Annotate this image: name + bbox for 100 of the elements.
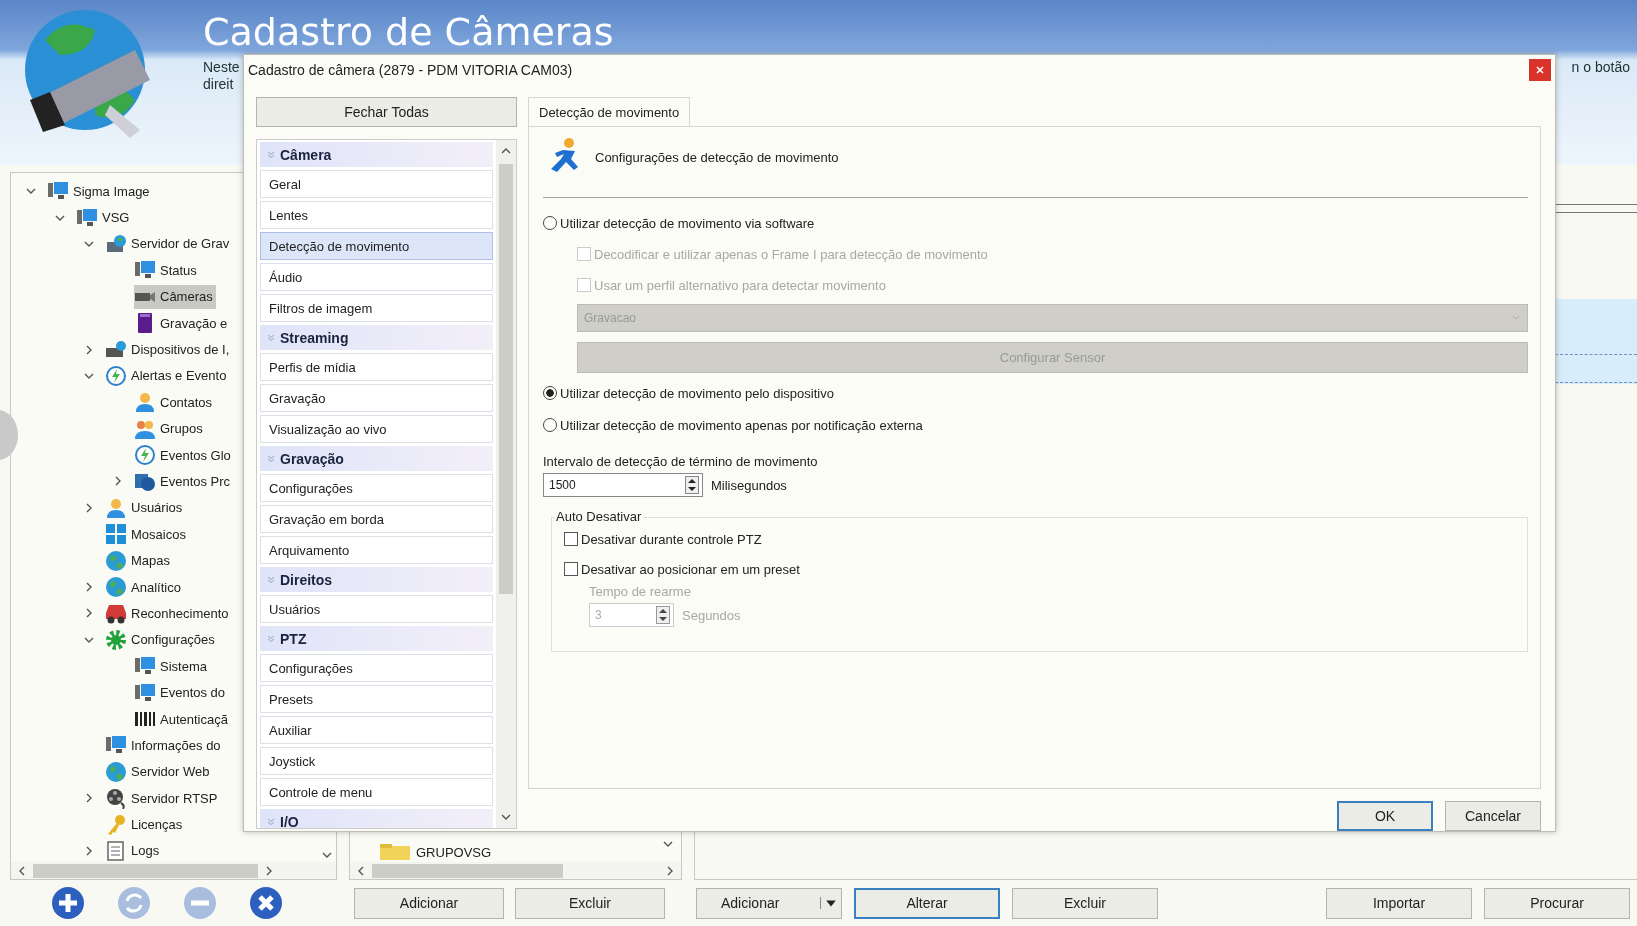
monitor-icon <box>134 681 156 704</box>
expand-icon[interactable] <box>113 476 123 487</box>
scroll-down-icon[interactable] <box>322 850 332 860</box>
action-button[interactable]: Adicionar <box>354 887 504 919</box>
dialog-button[interactable]: OK <box>1337 801 1433 831</box>
action-button[interactable]: Alterar <box>854 887 1000 919</box>
scroll-up-icon[interactable] <box>501 146 511 156</box>
document-icon <box>105 839 127 862</box>
tree-item[interactable]: VSG <box>76 205 133 230</box>
vertical-scrollbar[interactable] <box>496 140 516 828</box>
expand-icon[interactable] <box>84 502 94 513</box>
tree-item[interactable]: Grupos <box>134 416 206 441</box>
radio-button[interactable] <box>543 418 557 432</box>
tree-item[interactable]: Servidor de Grav <box>105 231 233 256</box>
tree-item[interactable]: Servidor RTSP <box>105 786 221 811</box>
nav-item[interactable]: Geral <box>260 170 493 198</box>
nav-item[interactable]: Joystick <box>260 747 493 775</box>
tree-item[interactable]: Câmeras <box>134 284 216 309</box>
person-icon <box>105 496 127 519</box>
tree-item[interactable]: Informações do <box>105 733 224 758</box>
scroll-right-icon[interactable] <box>665 865 675 876</box>
tree-item[interactable]: Configurações <box>105 627 218 652</box>
scroll-left-icon[interactable] <box>356 865 366 876</box>
horizontal-scrollbar[interactable] <box>11 862 336 879</box>
tree-item[interactable]: Alertas e Evento <box>105 363 230 388</box>
tree-item[interactable]: Contatos <box>134 390 216 415</box>
option-label: Utilizar detecção de movimento via software <box>560 215 815 231</box>
section-header[interactable]: Câmera <box>260 142 493 167</box>
action-button[interactable]: Excluir <box>1012 887 1158 919</box>
nav-item[interactable]: Visualização ao vivo <box>260 415 493 443</box>
spin-arrows-icon[interactable] <box>685 476 699 494</box>
tree-item[interactable]: Sigma Image <box>47 179 153 204</box>
section-header[interactable]: Direitos <box>260 567 493 592</box>
interval-field[interactable]: 1500 <box>543 473 703 497</box>
tree-item[interactable]: Servidor Web <box>105 759 213 784</box>
scroll-down-icon[interactable] <box>501 812 511 822</box>
tree-item[interactable]: Mosaicos <box>105 522 189 547</box>
nav-item[interactable]: Presets <box>260 685 493 713</box>
section-header[interactable]: I/O <box>260 809 493 828</box>
action-button[interactable]: Excluir <box>515 887 665 919</box>
dialog-button[interactable]: Cancelar <box>1445 801 1541 831</box>
radio-button[interactable] <box>543 386 557 400</box>
tree-item[interactable]: Status <box>134 258 200 283</box>
nav-item[interactable]: Configurações <box>260 474 493 502</box>
chevron-icon <box>266 332 276 343</box>
tree-item[interactable]: Eventos do <box>134 680 229 705</box>
section-header[interactable]: Streaming <box>260 325 493 350</box>
tree-item[interactable]: Logs <box>105 838 163 862</box>
section-heading: Configurações de detecção de movimento <box>595 149 839 165</box>
tree-item[interactable]: Gravação e <box>134 311 231 336</box>
nav-item[interactable]: Detecção de movimento <box>260 232 493 260</box>
expand-icon[interactable] <box>84 793 94 804</box>
tree-item[interactable]: Eventos Glo <box>134 443 234 468</box>
action-button[interactable]: Importar <box>1326 887 1472 919</box>
tree-item[interactable]: Usuários <box>105 495 186 520</box>
option-label: Decodificar e utilizar apenas o Frame I para detecção de movimento <box>594 246 988 262</box>
radio-button[interactable] <box>543 216 557 230</box>
tree-item[interactable]: Reconhecimento <box>105 601 232 626</box>
scroll-down-icon[interactable] <box>663 839 673 849</box>
tree-item[interactable]: Analítico <box>105 575 184 600</box>
expand-icon[interactable] <box>84 582 94 593</box>
nav-item[interactable]: Perfis de mídia <box>260 353 493 381</box>
split-button[interactable]: Adicionar <box>696 887 842 919</box>
nav-item[interactable]: Áudio <box>260 263 493 291</box>
lightning-icon <box>105 364 127 387</box>
tab[interactable]: Detecção de movimento <box>528 97 691 126</box>
nav-item[interactable]: Arquivamento <box>260 536 493 564</box>
close-all-button[interactable]: Fechar Todas <box>256 97 517 127</box>
key-icon <box>105 813 127 836</box>
add-icon[interactable] <box>51 886 85 920</box>
action-button[interactable]: Procurar <box>1484 887 1630 919</box>
nav-item[interactable]: Gravação em borda <box>260 505 493 533</box>
checkbox[interactable] <box>564 532 578 546</box>
tree-item[interactable]: Eventos Prc <box>134 469 234 494</box>
nav-item[interactable]: Controle de menu <box>260 778 493 806</box>
dropdown-icon[interactable] <box>820 897 837 909</box>
nav-item[interactable]: Lentes <box>260 201 493 229</box>
delete-icon[interactable] <box>249 886 283 920</box>
field-label: Intervalo de detecção de término de movimento <box>543 454 819 469</box>
scroll-left-icon[interactable] <box>17 865 27 876</box>
expand-icon[interactable] <box>84 608 94 619</box>
nav-item[interactable]: Configurações <box>260 654 493 682</box>
section-header[interactable]: PTZ <box>260 626 493 651</box>
section-header[interactable]: Gravação <box>260 446 493 471</box>
settings-icon <box>105 628 127 651</box>
checkbox[interactable] <box>564 562 578 576</box>
tree-item[interactable]: Sistema <box>134 654 210 679</box>
nav-item[interactable]: Filtros de imagem <box>260 294 493 322</box>
expand-icon[interactable] <box>84 845 94 856</box>
close-icon[interactable] <box>1529 59 1551 81</box>
nav-item[interactable]: Auxiliar <box>260 716 493 744</box>
nav-item[interactable]: Usuários <box>260 595 493 623</box>
horizontal-scrollbar[interactable] <box>350 862 681 879</box>
tree-item[interactable]: GRUPOVSG <box>380 844 492 860</box>
tree-item[interactable]: Dispositivos de I, <box>105 337 233 362</box>
tree-item[interactable]: Mapas <box>105 548 174 573</box>
tree-item[interactable]: Licenças <box>105 812 186 837</box>
tree-item[interactable]: Autenticaçã <box>134 707 231 731</box>
nav-item[interactable]: Gravação <box>260 384 493 412</box>
expand-icon[interactable] <box>84 344 94 355</box>
